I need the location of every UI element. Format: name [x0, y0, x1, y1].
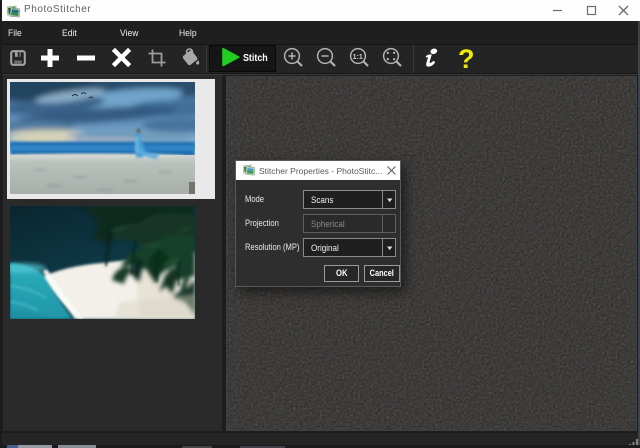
- svg-text:1:1: 1:1: [353, 54, 363, 61]
